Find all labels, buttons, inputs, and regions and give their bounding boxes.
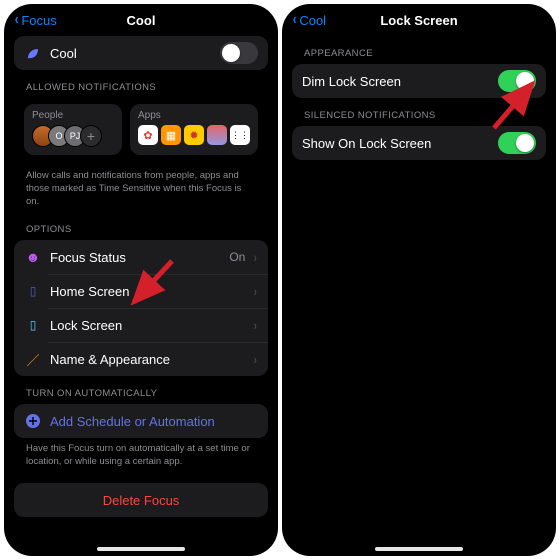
- dim-lock-screen-row[interactable]: Dim Lock Screen: [292, 64, 546, 98]
- phone-left: ‹ Focus Cool Cool ALLOWED NOTIFICATIONS …: [4, 4, 278, 556]
- show-on-lock-screen-label: Show On Lock Screen: [302, 136, 490, 151]
- chevron-right-icon: ›: [254, 317, 257, 333]
- leaf-icon: [24, 44, 42, 62]
- focus-status-icon: ☻: [24, 248, 42, 266]
- allowed-footer: Allow calls and notifications from peopl…: [14, 165, 268, 212]
- chevron-right-icon: ›: [254, 249, 257, 265]
- people-tile[interactable]: People O PJ +: [24, 104, 122, 155]
- app-icon: [207, 125, 227, 145]
- add-schedule-row[interactable]: Add Schedule or Automation: [14, 404, 268, 438]
- chevron-left-icon: ‹: [293, 12, 297, 28]
- appearance-header: APPEARANCE: [292, 36, 546, 64]
- option-home-screen[interactable]: ▯ Home Screen ›: [14, 274, 268, 308]
- people-avatars: O PJ +: [32, 125, 114, 147]
- silenced-card: Show On Lock Screen: [292, 126, 546, 160]
- content: APPEARANCE Dim Lock Screen SILENCED NOTI…: [282, 36, 556, 556]
- option-name-appearance[interactable]: ／ Name & Appearance ›: [14, 342, 268, 376]
- apps-tile[interactable]: Apps ✿ ▦ ✹ ⋮⋮: [130, 104, 258, 155]
- home-indicator: [375, 547, 463, 551]
- phone-right: ‹ Cool Lock Screen APPEARANCE Dim Lock S…: [282, 4, 556, 556]
- show-on-lock-screen-toggle[interactable]: [498, 132, 536, 154]
- option-label: Focus Status: [50, 250, 221, 265]
- chevron-right-icon: ›: [254, 283, 257, 299]
- pencil-icon: ／: [24, 350, 42, 368]
- add-person-icon[interactable]: +: [80, 125, 102, 147]
- chevron-right-icon: ›: [254, 351, 257, 367]
- chevron-left-icon: ‹: [15, 12, 19, 28]
- focus-mode-row[interactable]: Cool: [14, 36, 268, 70]
- home-indicator: [97, 547, 185, 551]
- focus-mode-card: Cool: [14, 36, 268, 70]
- option-value: On: [229, 250, 245, 264]
- back-button[interactable]: ‹ Cool: [292, 12, 326, 28]
- apps-icons: ✿ ▦ ✹ ⋮⋮: [138, 125, 250, 145]
- dim-lock-screen-toggle[interactable]: [498, 70, 536, 92]
- option-lock-screen[interactable]: ▯ Lock Screen ›: [14, 308, 268, 342]
- delete-focus-button[interactable]: Delete Focus: [14, 483, 268, 517]
- auto-header: TURN ON AUTOMATICALLY: [14, 376, 268, 404]
- people-tile-title: People: [32, 110, 114, 121]
- option-label: Home Screen: [50, 284, 245, 299]
- home-screen-icon: ▯: [24, 282, 42, 300]
- nav-bar: ‹ Focus Cool: [4, 4, 278, 36]
- option-label: Lock Screen: [50, 318, 245, 333]
- silenced-header: SILENCED NOTIFICATIONS: [292, 98, 546, 126]
- options-header: OPTIONS: [14, 212, 268, 240]
- delete-label: Delete Focus: [103, 493, 180, 508]
- show-on-lock-screen-row[interactable]: Show On Lock Screen: [292, 126, 546, 160]
- automation-card: Add Schedule or Automation: [14, 404, 268, 438]
- back-label: Cool: [299, 13, 326, 28]
- focus-mode-label: Cool: [50, 46, 212, 61]
- app-icon: ▦: [161, 125, 181, 145]
- back-label: Focus: [21, 13, 56, 28]
- app-icon: ⋮⋮: [230, 125, 250, 145]
- lock-screen-icon: ▯: [24, 316, 42, 334]
- app-icon: ✹: [184, 125, 204, 145]
- auto-footer: Have this Focus turn on automatically at…: [14, 438, 268, 473]
- dim-lock-screen-label: Dim Lock Screen: [302, 74, 490, 89]
- plus-circle-icon: [24, 412, 42, 430]
- nav-bar: ‹ Cool Lock Screen: [282, 4, 556, 36]
- back-button[interactable]: ‹ Focus: [14, 12, 57, 28]
- option-focus-status[interactable]: ☻ Focus Status On ›: [14, 240, 268, 274]
- option-label: Name & Appearance: [50, 352, 245, 367]
- apps-tile-title: Apps: [138, 110, 250, 121]
- content: Cool ALLOWED NOTIFICATIONS People O PJ +…: [4, 36, 278, 556]
- options-list: ☻ Focus Status On › ▯ Home Screen › ▯ Lo…: [14, 240, 268, 376]
- appearance-card: Dim Lock Screen: [292, 64, 546, 98]
- add-schedule-label: Add Schedule or Automation: [50, 414, 258, 429]
- delete-card: Delete Focus: [14, 483, 268, 517]
- app-icon: ✿: [138, 125, 158, 145]
- allowed-header: ALLOWED NOTIFICATIONS: [14, 70, 268, 98]
- focus-mode-toggle[interactable]: [220, 42, 258, 64]
- allowed-tiles: People O PJ + Apps ✿ ▦ ✹ ⋮⋮: [14, 98, 268, 165]
